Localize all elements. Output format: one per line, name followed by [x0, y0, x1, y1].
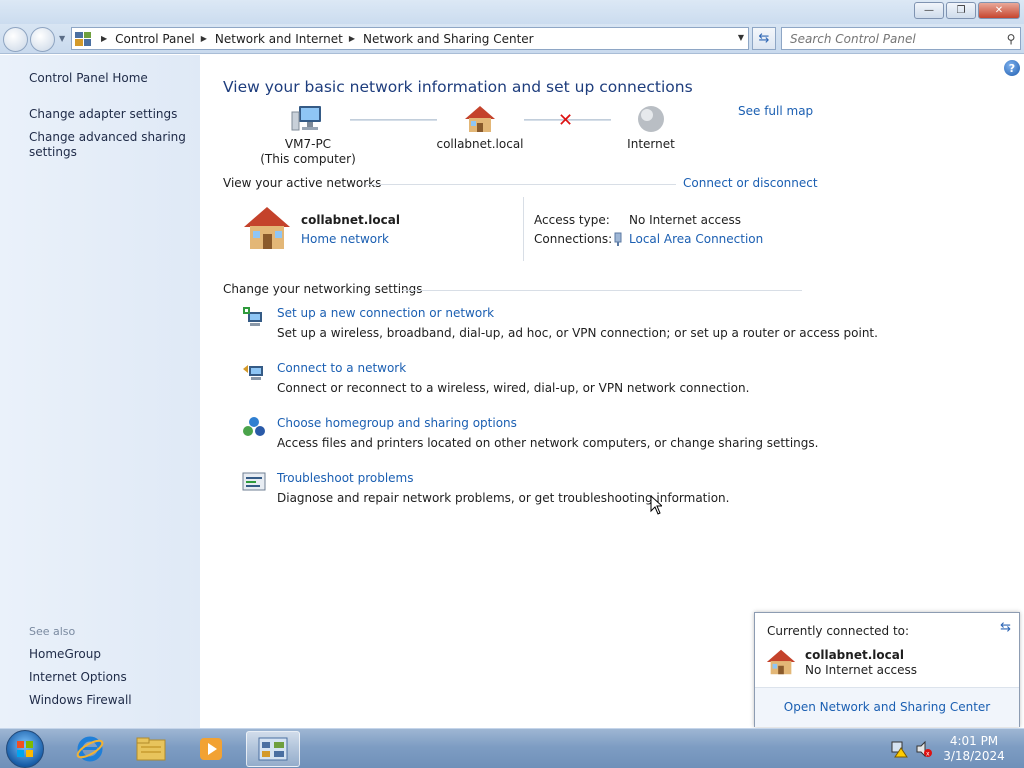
taskbar: x 4:01 PM 3/18/2024	[0, 728, 1024, 768]
navigation-bar: ▼ ▶ Control Panel ▶ Network and Internet…	[0, 24, 1024, 54]
help-icon[interactable]: ?	[1004, 60, 1020, 76]
windows-logo-icon	[17, 741, 33, 757]
address-history-dropdown-icon[interactable]: ▼	[738, 33, 744, 42]
page-title: View your basic network information and …	[223, 78, 693, 96]
network-warning-icon[interactable]	[890, 740, 908, 758]
ethernet-icon	[614, 232, 622, 246]
forward-button[interactable]	[30, 27, 55, 52]
taskbar-internet-explorer[interactable]	[63, 731, 117, 767]
recent-pages-dropdown-icon[interactable]: ▼	[59, 34, 65, 43]
search-box[interactable]: ⚲	[781, 27, 1021, 50]
see-also-windows-firewall[interactable]: Windows Firewall	[29, 693, 132, 707]
flyout-network-name: collabnet.local	[805, 648, 904, 662]
clock-time: 4:01 PM	[949, 734, 999, 748]
active-networks-heading: View your active networks	[223, 176, 382, 190]
sidebar-item-change-adapter-settings[interactable]: Change adapter settings	[29, 107, 177, 121]
local-area-connection-link[interactable]: Local Area Connection	[629, 232, 763, 246]
control-panel-icon	[258, 737, 288, 761]
globe-icon	[638, 106, 664, 132]
clock-date: 3/18/2024	[943, 749, 1005, 763]
task-setup-connection-link[interactable]: Set up a new connection or network	[277, 306, 494, 320]
folder-icon	[136, 737, 166, 761]
sidebar-item-change-advanced-sharing-settings[interactable]: Change advanced sharing settings	[29, 130, 189, 160]
flyout-footer: Open Network and Sharing Center	[755, 687, 1019, 727]
see-also-homegroup[interactable]: HomeGroup	[29, 647, 101, 661]
minimize-button[interactable]: —	[914, 2, 944, 19]
window-title-bar: — ❐ ✕	[0, 0, 1024, 24]
volume-muted-icon[interactable]: x	[915, 740, 933, 758]
active-network-name: collabnet.local	[301, 213, 400, 227]
breadcrumb-separator-icon[interactable]: ▶	[201, 34, 207, 43]
access-type-label: Access type:	[534, 213, 610, 227]
see-also-internet-options[interactable]: Internet Options	[29, 670, 127, 684]
computer-subtitle: (This computer)	[260, 152, 356, 166]
see-full-map-link[interactable]: See full map	[738, 104, 813, 118]
task-troubleshoot-link[interactable]: Troubleshoot problems	[277, 471, 413, 485]
network-status-flyout: Currently connected to: ⇆ collabnet.loca…	[754, 612, 1020, 727]
section-divider	[402, 290, 802, 291]
taskbar-media-player[interactable]	[184, 731, 238, 767]
window-controls: — ❐ ✕	[914, 2, 1020, 19]
networking-settings-heading: Change your networking settings	[223, 282, 423, 296]
map-node-network[interactable]: collabnet.local	[434, 104, 526, 152]
computer-icon	[291, 106, 321, 131]
network-category-link[interactable]: Home network	[301, 232, 389, 246]
refresh-button[interactable]: ⇆	[752, 27, 776, 50]
media-player-icon	[200, 738, 222, 760]
task-homegroup-link[interactable]: Choose homegroup and sharing options	[277, 416, 517, 430]
internet-label: Internet	[627, 137, 675, 151]
computer-name: VM7-PC	[284, 137, 332, 151]
breadcrumb-separator-icon[interactable]: ▶	[349, 34, 355, 43]
control-panel-icon	[75, 31, 91, 46]
system-clock[interactable]: 4:01 PM 3/18/2024	[942, 734, 1006, 764]
new-connection-icon[interactable]	[242, 306, 266, 328]
address-bar[interactable]: ▶ Control Panel ▶ Network and Internet ▶…	[71, 27, 749, 50]
flyout-network-status: No Internet access	[805, 663, 918, 677]
connections-label: Connections:	[534, 232, 613, 246]
see-also-heading: See also	[29, 625, 76, 638]
taskbar-windows-explorer[interactable]	[124, 731, 178, 767]
access-type-value: No Internet access	[629, 213, 742, 227]
left-navigation-pane: Control Panel Home Change adapter settin…	[0, 55, 200, 728]
task-setup-connection-description: Set up a wireless, broadband, dial-up, a…	[277, 326, 878, 340]
homegroup-icon[interactable]	[242, 416, 266, 438]
troubleshoot-icon[interactable]	[242, 471, 266, 493]
mouse-cursor-icon	[650, 495, 662, 515]
task-homegroup-description: Access files and printers located on oth…	[277, 436, 819, 450]
vertical-divider	[523, 197, 524, 261]
search-input[interactable]	[782, 31, 1002, 46]
refresh-icon: ⇆	[758, 31, 770, 46]
breadcrumb-separator-icon[interactable]: ▶	[101, 34, 107, 43]
map-node-this-computer[interactable]: VM7-PC (This computer)	[258, 104, 358, 167]
task-connect-network-link[interactable]: Connect to a network	[277, 361, 406, 375]
home-network-icon	[766, 649, 796, 675]
restore-button[interactable]: ❐	[946, 2, 976, 19]
taskbar-control-panel[interactable]	[246, 731, 300, 767]
task-connect-network-description: Connect or reconnect to a wireless, wire…	[277, 381, 750, 395]
close-button[interactable]: ✕	[978, 2, 1020, 19]
svg-text:x: x	[926, 751, 930, 758]
start-button[interactable]	[6, 730, 44, 768]
breadcrumb-network-and-sharing-center[interactable]: Network and Sharing Center	[363, 32, 534, 46]
home-network-icon[interactable]	[242, 205, 292, 251]
network-name: collabnet.local	[436, 137, 524, 151]
breadcrumb-network-and-internet[interactable]: Network and Internet	[215, 32, 343, 46]
search-icon[interactable]: ⚲	[1002, 32, 1020, 46]
flyout-heading: Currently connected to:	[767, 624, 910, 638]
map-connection-line	[350, 119, 437, 121]
section-divider	[366, 184, 676, 185]
map-node-internet[interactable]: Internet	[614, 104, 688, 152]
connect-or-disconnect-link[interactable]: Connect or disconnect	[683, 176, 818, 190]
breadcrumb-control-panel[interactable]: Control Panel	[115, 32, 195, 46]
back-button[interactable]	[3, 27, 28, 52]
open-network-sharing-center-link[interactable]: Open Network and Sharing Center	[755, 700, 1019, 714]
connect-network-icon[interactable]	[242, 361, 266, 383]
internet-explorer-icon	[76, 736, 104, 762]
refresh-icon[interactable]: ⇆	[1000, 620, 1011, 635]
no-connection-x-icon[interactable]: ✕	[558, 110, 573, 131]
sidebar-item-control-panel-home[interactable]: Control Panel Home	[29, 71, 148, 85]
home-network-icon	[465, 106, 495, 132]
